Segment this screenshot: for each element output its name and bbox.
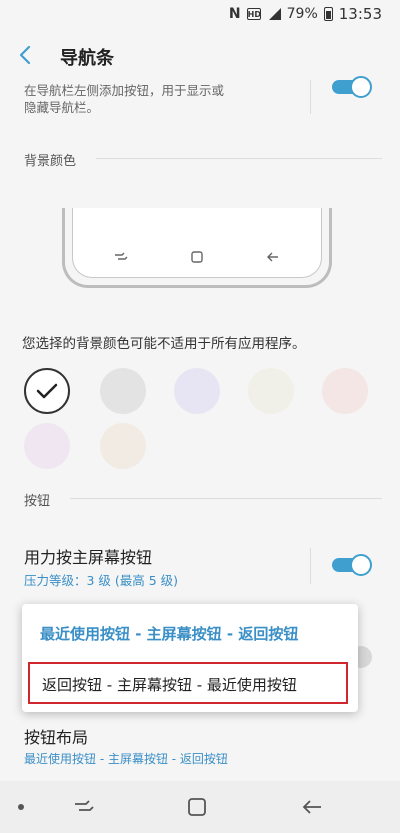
menu-option-back-home-recent[interactable]: 返回按钮 - 主屏幕按钮 - 最近使用按钮 — [28, 662, 348, 704]
back-arrow-icon[interactable] — [14, 42, 40, 68]
battery-percent: 79% — [286, 6, 318, 22]
color-swatch-gray[interactable] — [100, 368, 146, 414]
back-icon[interactable] — [300, 797, 324, 817]
hd-icon: HD — [246, 8, 261, 20]
nav-hide-dot[interactable] — [18, 804, 24, 810]
navigation-bar-preview — [62, 208, 332, 288]
nfc-icon: N — [228, 6, 241, 22]
section-title-background-color: 背景颜色 — [24, 154, 77, 169]
button-layout-title: 按钮布局 — [24, 728, 89, 747]
clock: 13:53 — [338, 5, 382, 23]
color-swatch-lilac[interactable] — [24, 423, 70, 469]
show-hide-button-description: 在导航栏左侧添加按钮，用于显示或 隐藏导航栏。 — [24, 83, 225, 115]
signal-icon — [267, 8, 281, 20]
background-color-note: 您选择的背景颜色可能不适用于所有应用程序。 — [22, 336, 306, 352]
button-layout-subtitle: 最近使用按钮 - 主屏幕按钮 - 返回按钮 — [24, 752, 228, 766]
check-icon — [36, 383, 58, 399]
section-title-buttons: 按钮 — [24, 494, 51, 509]
status-icons: N HD 79% 13:53 — [229, 5, 382, 23]
color-swatch-cream[interactable] — [248, 368, 294, 414]
status-bar: N HD 79% 13:53 — [0, 0, 400, 28]
button-layout-menu: 最近使用按钮 - 主屏幕按钮 - 返回按钮 返回按钮 - 主屏幕按钮 - 最近使… — [22, 604, 358, 712]
section-divider — [96, 158, 382, 159]
back-icon — [267, 252, 278, 262]
color-swatch-lavender[interactable] — [174, 368, 220, 414]
button-layout-row[interactable]: 按钮布局 最近使用按钮 - 主屏幕按钮 - 返回按钮 — [0, 720, 400, 770]
system-navigation-bar — [0, 781, 400, 833]
divider — [310, 548, 311, 584]
home-icon[interactable] — [186, 796, 208, 818]
battery-icon — [323, 7, 333, 21]
color-swatch-pink[interactable] — [322, 368, 368, 414]
recent-apps-icon[interactable] — [72, 797, 96, 817]
section-divider — [70, 498, 382, 499]
divider — [310, 80, 311, 114]
press-home-button-toggle[interactable] — [328, 554, 372, 576]
recent-apps-icon — [115, 252, 128, 260]
show-hide-button-toggle[interactable] — [328, 76, 372, 98]
page-title: 导航条 — [60, 48, 114, 69]
color-swatch-white[interactable] — [24, 368, 70, 414]
press-home-button-row[interactable]: 用力按主屏幕按钮 压力等级：3 级 (最高 5 级) — [0, 540, 400, 590]
menu-option-label: 返回按钮 - 主屏幕按钮 - 最近使用按钮 — [42, 676, 297, 694]
color-swatch-beige[interactable] — [100, 423, 146, 469]
menu-option-recent-home-back[interactable]: 最近使用按钮 - 主屏幕按钮 - 返回按钮 — [40, 623, 298, 644]
home-icon — [191, 251, 203, 263]
press-home-button-title: 用力按主屏幕按钮 — [24, 548, 153, 567]
press-home-button-subtitle: 压力等级：3 级 (最高 5 级) — [24, 573, 179, 588]
